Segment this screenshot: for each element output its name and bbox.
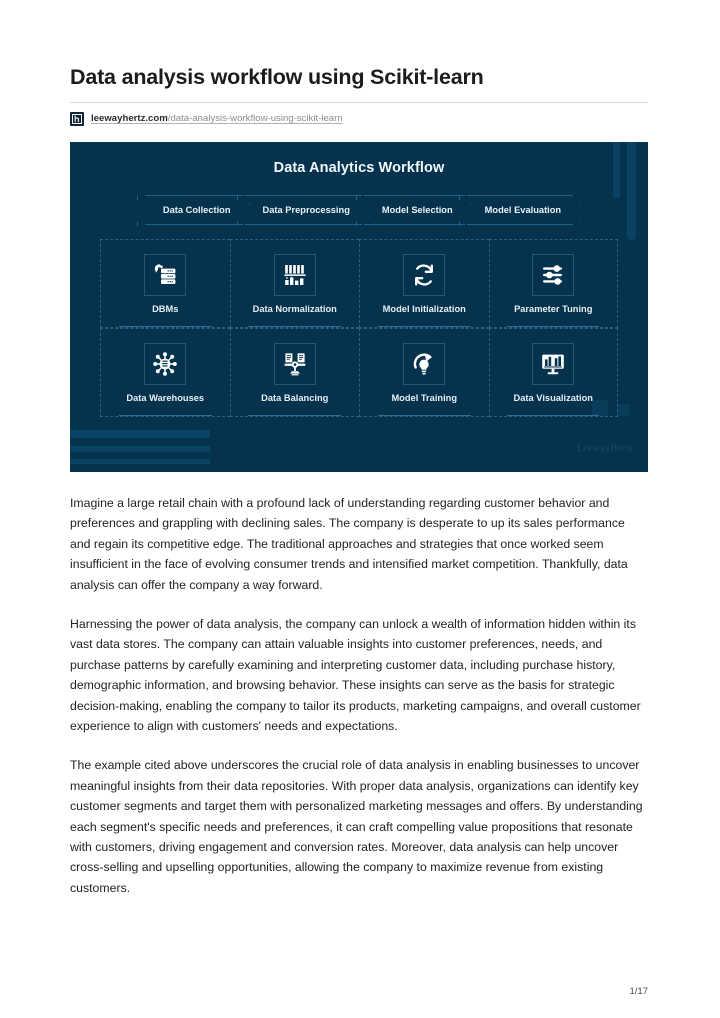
balance-scale-icon xyxy=(273,343,316,386)
card-divider xyxy=(118,415,212,417)
sliders-icon xyxy=(532,253,575,296)
article-body: Imagine a large retail chain with a prof… xyxy=(70,493,648,898)
workflow-step-model-evaluation: Model Evaluation xyxy=(466,194,574,225)
source-url-row[interactable]: leewayhertz.com/data-analysis-workflow-u… xyxy=(70,111,648,127)
card-label: Data Normalization xyxy=(252,303,337,314)
workflow-card-data-visualization: Data Visualization xyxy=(488,328,618,418)
step-label: Model Selection xyxy=(381,204,453,215)
workflow-banner-image: Data Analytics Workflow Data Collection … xyxy=(70,141,648,472)
step-label: Model Evaluation xyxy=(484,204,562,215)
card-label: Parameter Tuning xyxy=(514,303,593,314)
source-url[interactable]: leewayhertz.com/data-analysis-workflow-u… xyxy=(91,112,343,125)
decor-bar-horizontal-3 xyxy=(70,458,210,464)
banner-watermark: LeewayHertz xyxy=(576,442,634,454)
decor-bar-horizontal-1 xyxy=(70,429,210,438)
workflow-step-data-preprocessing: Data Preprocessing xyxy=(244,194,362,225)
decor-square-2 xyxy=(618,403,630,416)
leewayhertz-favicon-icon xyxy=(70,111,84,126)
page-number: 1/17 xyxy=(629,986,649,997)
database-gear-icon xyxy=(144,253,187,296)
workflow-step-data-collection: Data Collection xyxy=(144,194,243,225)
workflow-card-model-initialization: Model Initialization xyxy=(359,238,489,329)
card-label: Data Balancing xyxy=(261,393,329,404)
card-divider xyxy=(248,415,342,417)
monitor-chart-icon xyxy=(532,343,575,386)
article-paragraph: The example cited above underscores the … xyxy=(70,758,643,895)
decor-bar-horizontal-2 xyxy=(70,445,210,452)
card-label: Model Training xyxy=(391,393,458,404)
page-title: Data analysis workflow using Scikit-lear… xyxy=(70,65,484,89)
card-divider xyxy=(248,326,342,328)
step-label: Data Preprocessing xyxy=(262,204,350,215)
source-path: /data-analysis-workflow-using-scikit-lea… xyxy=(167,113,343,125)
workflow-step-model-selection: Model Selection xyxy=(363,194,465,225)
article-paragraph: Imagine a large retail chain with a prof… xyxy=(70,495,628,592)
card-divider xyxy=(507,415,600,417)
card-label: Model Initialization xyxy=(382,303,466,314)
card-label: Data Visualization xyxy=(513,393,593,404)
workflow-card-data-normalization: Data Normalization xyxy=(229,238,359,329)
workflow-card-dbms: DBMs xyxy=(100,238,230,329)
card-divider xyxy=(507,326,600,328)
workflow-card-data-balancing: Data Balancing xyxy=(229,328,359,418)
workflow-card-model-training: Model Training xyxy=(359,328,489,418)
card-divider xyxy=(377,326,471,328)
step-label: Data Collection xyxy=(162,204,231,215)
page-root: Data analysis workflow using Scikit-lear… xyxy=(0,0,720,1018)
source-domain: leewayhertz.com xyxy=(91,113,168,125)
banner-title: Data Analytics Workflow xyxy=(273,159,445,176)
workflow-card-grid: DBMs Data Normalization Model Initializa… xyxy=(100,238,618,418)
content-column: Data analysis workflow using Scikit-lear… xyxy=(70,0,648,898)
card-divider xyxy=(118,326,212,328)
card-label: Data Warehouses xyxy=(126,393,205,404)
article-paragraph: Harnessing the power of data analysis, t… xyxy=(70,616,641,733)
workflow-steps: Data Collection Data Preprocessing Model… xyxy=(70,194,648,225)
normalization-bars-icon xyxy=(273,253,316,296)
workflow-card-parameter-tuning: Parameter Tuning xyxy=(488,238,618,329)
card-divider xyxy=(377,415,471,417)
lightbulb-cycle-icon xyxy=(403,343,446,386)
network-hub-icon xyxy=(144,343,187,386)
card-label: DBMs xyxy=(152,303,179,314)
workflow-card-data-warehouses: Data Warehouses xyxy=(100,328,230,418)
refresh-cycle-icon xyxy=(403,253,446,296)
title-divider xyxy=(70,101,648,103)
